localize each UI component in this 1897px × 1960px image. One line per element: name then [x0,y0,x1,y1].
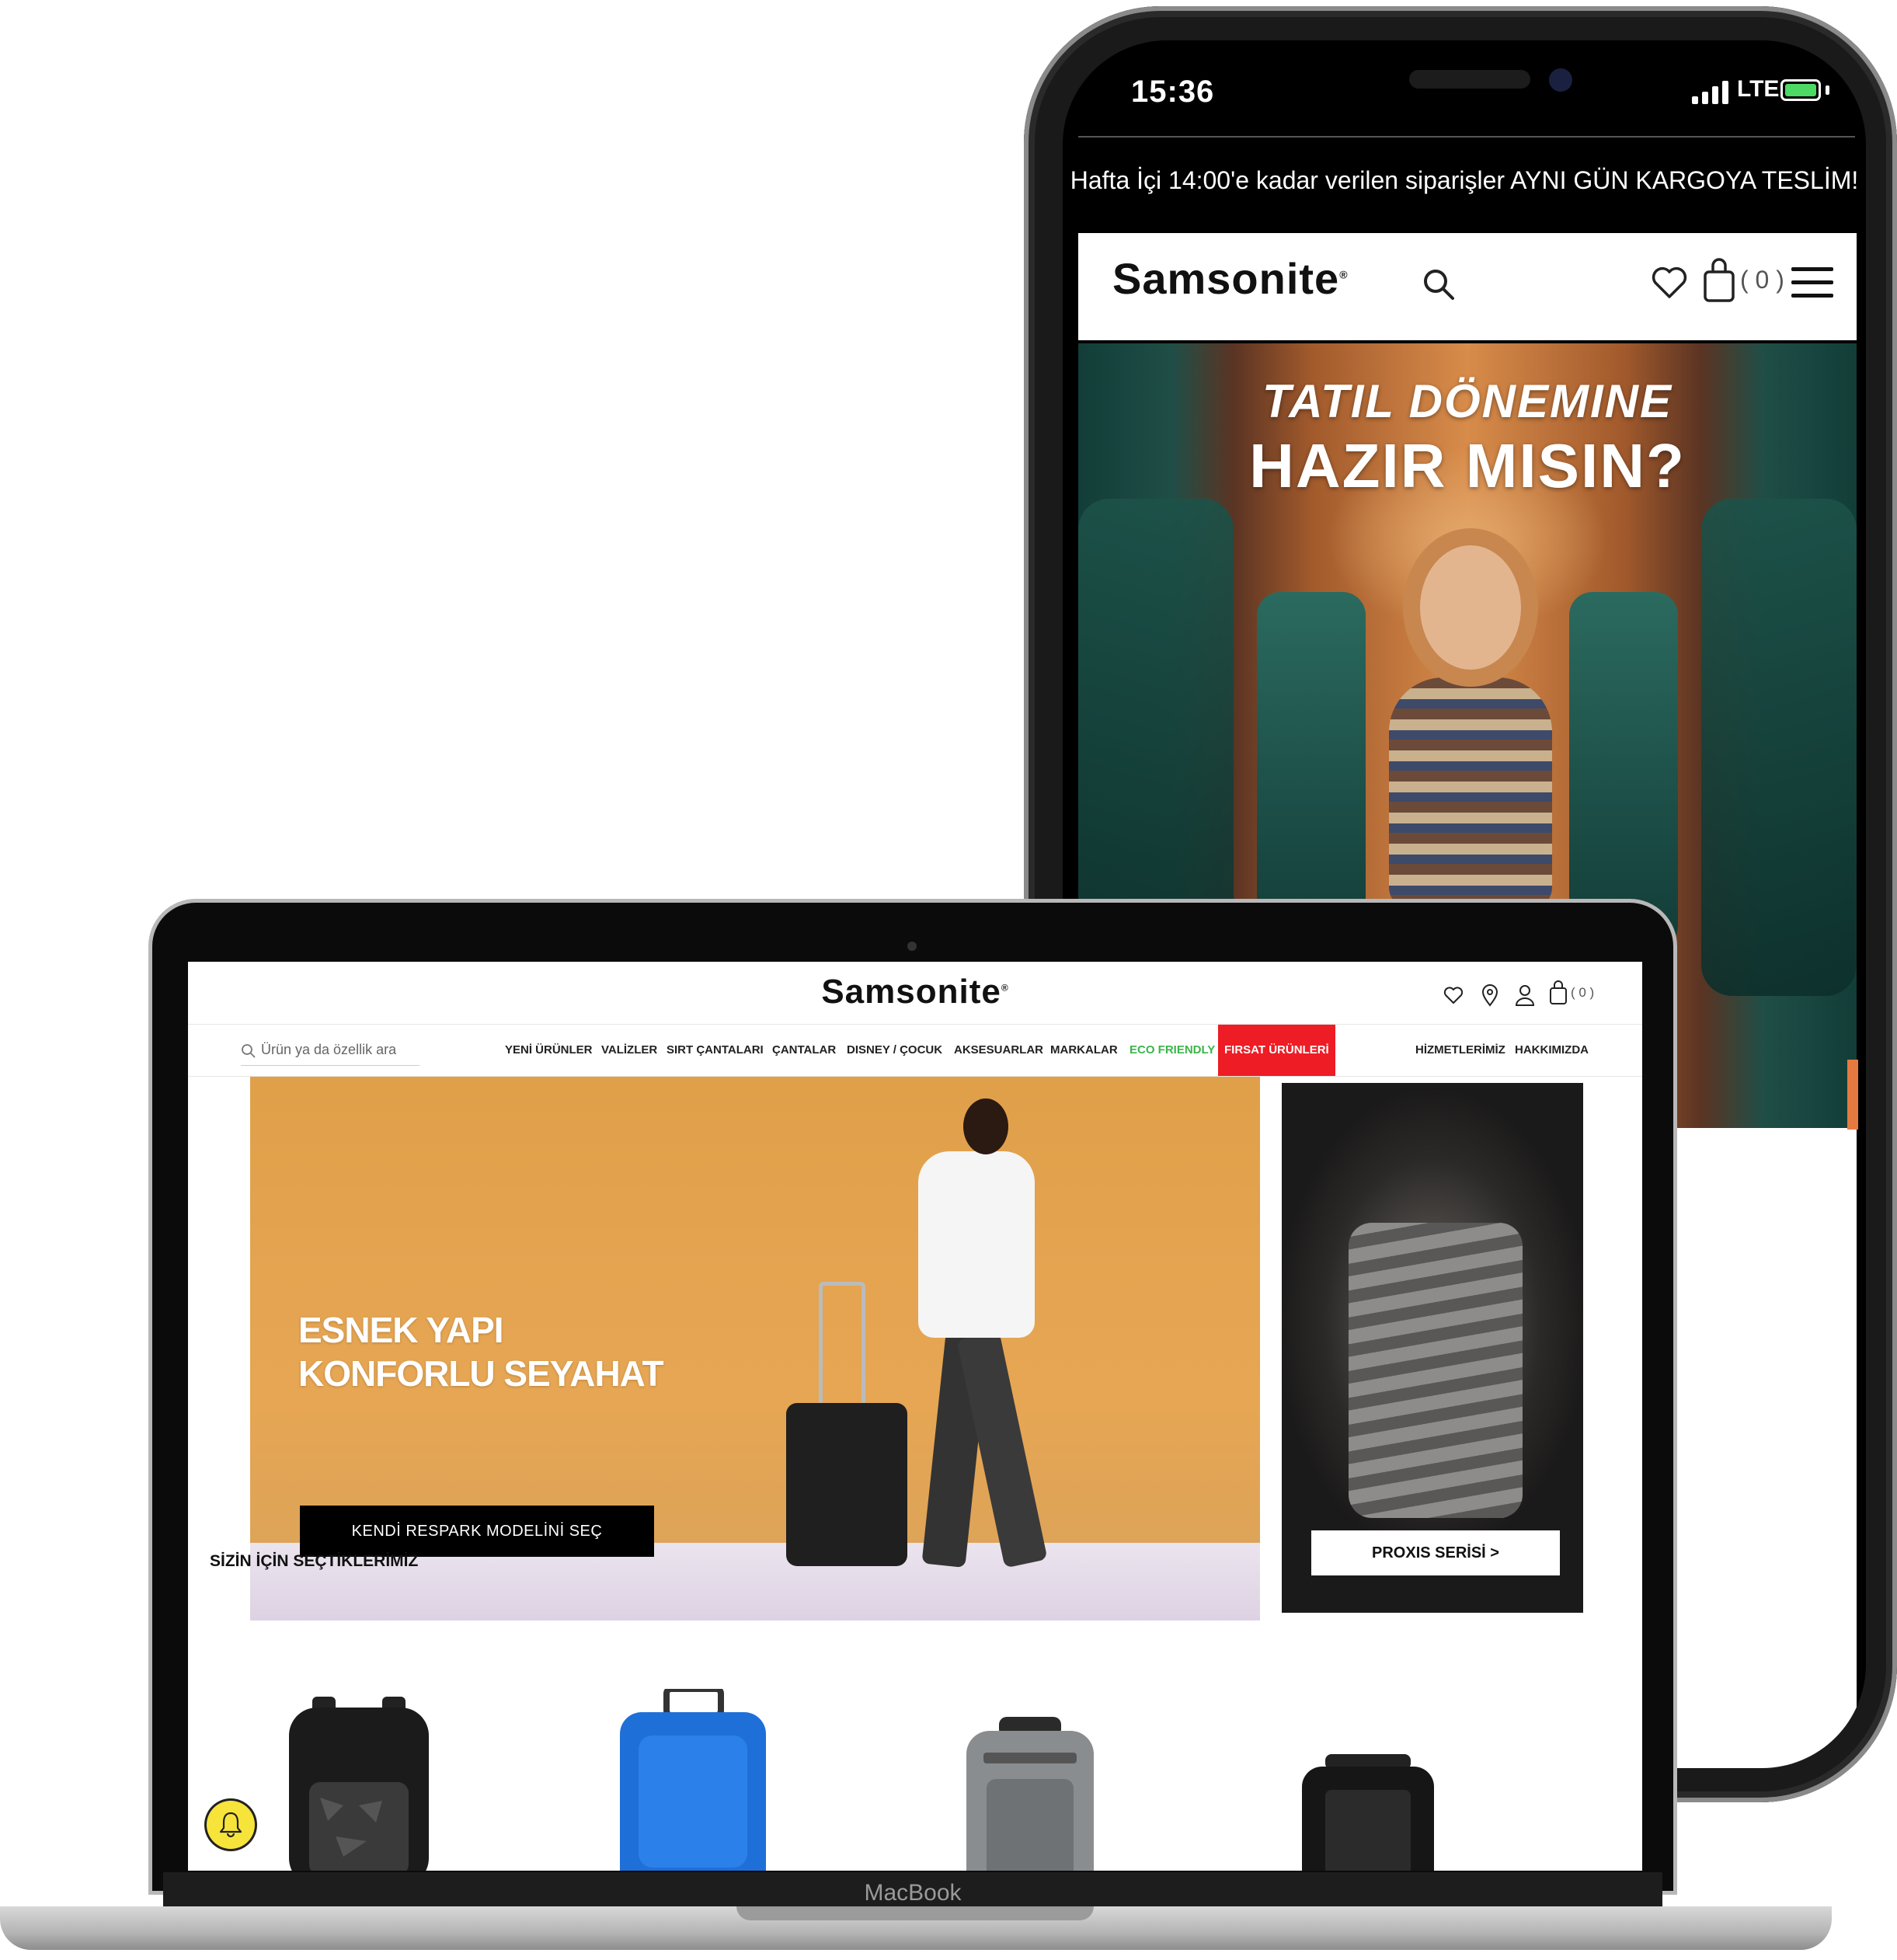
heart-icon[interactable] [1650,263,1689,301]
samsonite-logo[interactable]: Samsonite® [1112,253,1349,304]
nav-disney-kids[interactable]: DISNEY / ÇOCUK [847,1025,942,1076]
hero-headline-1: ESNEK YAPI [298,1310,504,1350]
speaker-notch [1409,70,1530,89]
nav-about[interactable]: HAKKIMIZDA [1515,1025,1589,1076]
laptop-screen: Samsonite® ( 0 ) Ürün ya da özellik ara … [188,962,1642,1871]
signal-icon [1692,81,1728,104]
product-black-bag[interactable] [1294,1754,1442,1871]
cart-count: ( 0 ) [1740,266,1784,294]
nav-eco-friendly[interactable]: ECO FRIENDLY [1129,1025,1215,1076]
proxis-suitcase [1349,1223,1523,1518]
hero-headline: ESNEK YAPI KONFORLU SEYAHAT [298,1308,664,1395]
samsonite-logo[interactable]: Samsonite® [188,973,1642,1011]
hero-cta-edge[interactable] [1847,1060,1858,1130]
main-navigation: Ürün ya da özellik ara YENİ ÜRÜNLER VALİ… [188,1024,1642,1077]
model-shirt [918,1151,1035,1338]
cart-count: ( 0 ) [1571,985,1595,1000]
search-box[interactable]: Ürün ya da özellik ara [241,1037,419,1066]
shopping-bag-icon[interactable] [1703,258,1735,303]
nav-services[interactable]: HİZMETLERİMİZ [1415,1025,1505,1076]
laptop-opening-notch [736,1906,1094,1920]
section-title: SİZİN İÇİN SEÇTİKLERİMİZ [210,1552,419,1570]
hero-headline-2: HAZIR MISIN? [1249,431,1686,500]
search-icon[interactable] [1420,266,1457,303]
main-hero-banner[interactable]: ESNEK YAPI KONFORLU SEYAHAT KENDİ RESPAR… [250,1077,1260,1621]
train-seat-left-far [1257,592,1366,949]
bell-icon [219,1812,242,1838]
battery-fill [1785,84,1816,96]
hero-headline-2: KONFORLU SEYAHAT [298,1353,664,1394]
product-backpack-camo[interactable] [266,1697,452,1871]
search-icon[interactable] [241,1043,256,1059]
girl-head [1420,545,1521,670]
announcement-bar: Hafta İçi 14:00'e kadar verilen siparişl… [1070,166,1859,194]
nav-new-products[interactable]: YENİ ÜRÜNLER [505,1025,593,1076]
status-time: 15:36 [1131,75,1215,109]
search-input[interactable]: Ürün ya da özellik ara [261,1042,396,1058]
status-divider [1078,136,1855,138]
laptop-camera [907,942,917,951]
nav-accessories[interactable]: AKSESUARLAR [954,1025,1043,1076]
suitcase-handle [819,1282,865,1406]
shopping-bag-icon[interactable] [1549,980,1568,1005]
battery-tip [1826,85,1829,95]
train-seat-right [1701,499,1857,996]
product-grey-backpack[interactable] [952,1717,1108,1871]
nav-brands[interactable]: MARKALAR [1050,1025,1118,1076]
nav-sale-products[interactable]: FIRSAT ÜRÜNLERİ [1218,1025,1335,1076]
train-seat-right-far [1569,592,1678,949]
nav-suitcases[interactable]: VALİZLER [601,1025,657,1076]
hero-headline-1: TATIL DÖNEMINE [1262,375,1672,427]
front-camera [1549,68,1572,92]
device-label: MacBook [864,1880,962,1906]
heart-icon[interactable] [1443,985,1464,1005]
side-banner-proxis[interactable]: PROXIS SERİSİ > [1282,1083,1583,1613]
model-head [963,1098,1008,1154]
product-blue-suitcase[interactable] [607,1689,778,1871]
nav-backpacks[interactable]: SIRT ÇANTALARI [667,1025,764,1076]
location-pin-icon[interactable] [1481,983,1499,1007]
network-label: LTE [1737,76,1780,102]
mobile-header: Samsonite® ( 0 ) [1078,233,1857,340]
user-icon[interactable] [1515,983,1535,1007]
girl-sweater [1389,677,1552,910]
proxis-series-button[interactable]: PROXIS SERİSİ > [1311,1530,1560,1575]
respark-cta-button[interactable]: KENDİ RESPARK MODELİNİ SEÇ [300,1506,654,1557]
phone-status-bar: 15:36 LTE [1063,40,1866,165]
notification-bell-button[interactable] [207,1801,255,1849]
nav-bags[interactable]: ÇANTALAR [772,1025,836,1076]
hamburger-menu-icon[interactable] [1791,267,1833,300]
respark-suitcase [786,1403,907,1566]
battery-icon [1780,79,1821,101]
